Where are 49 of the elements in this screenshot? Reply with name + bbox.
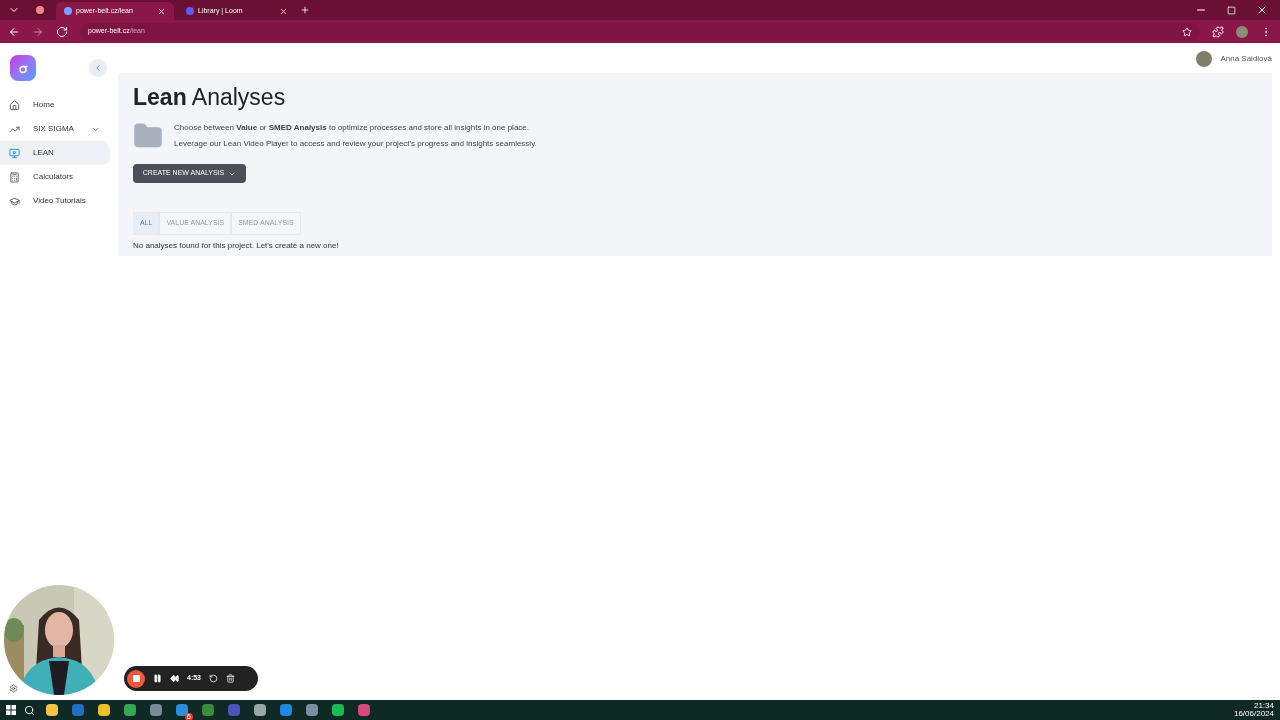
extensions-icon[interactable] (1212, 25, 1224, 38)
taskbar-app-icon[interactable] (46, 704, 58, 716)
recording-icon (36, 6, 44, 14)
back-icon[interactable] (8, 25, 20, 38)
search-icon[interactable] (24, 704, 35, 716)
rewind-icon[interactable] (170, 674, 179, 683)
calculator-icon (9, 171, 20, 183)
monitor-play-icon (9, 147, 20, 159)
delete-icon[interactable] (226, 674, 235, 683)
favicon-icon (186, 7, 194, 15)
restart-icon[interactable] (209, 674, 218, 683)
taskbar-app-icon[interactable] (150, 704, 162, 716)
sidebar-item[interactable]: Video Tutorials (0, 189, 110, 213)
notification-badge: 6 (184, 713, 193, 720)
taskbar-app-icon[interactable] (98, 704, 110, 716)
sidebar-item[interactable]: Home (0, 93, 110, 117)
description-text: Leverage our Lean Video Player to access and review your project's progress and insights seamlessly. (174, 138, 537, 150)
empty-message: No analyses found for this project. Let's create a new one! (133, 240, 340, 252)
new-tab-icon[interactable] (300, 5, 310, 15)
taskbar-app-icon[interactable] (306, 704, 318, 716)
user-name: Anna Saidlová (1220, 53, 1272, 65)
clock-time: 21:34 (1253, 702, 1274, 710)
taskbar-app-icon[interactable] (280, 704, 292, 716)
home-icon (9, 99, 20, 111)
settings-icon[interactable] (9, 684, 18, 693)
reload-icon[interactable] (56, 25, 68, 38)
app-logo-icon[interactable] (10, 55, 36, 81)
taskbar-app-icon[interactable] (332, 704, 344, 716)
close-icon[interactable] (1256, 4, 1268, 16)
sidebar-item[interactable]: Calculators (0, 165, 110, 189)
user-avatar[interactable] (1196, 51, 1213, 67)
close-icon[interactable] (279, 6, 288, 16)
windows-start-icon[interactable] (6, 705, 16, 715)
clock-date: 16/06/2024 (1233, 710, 1274, 718)
sidebar-item[interactable]: SIX SIGMA (0, 117, 110, 141)
favicon-icon (64, 7, 72, 15)
chevron-left-icon (93, 63, 103, 73)
sidebar-item[interactable]: LEAN (0, 141, 110, 165)
taskbar-app-icon[interactable] (124, 704, 136, 716)
graduation-cap-icon (9, 195, 20, 207)
page-title: Lean Analyses (133, 86, 287, 109)
description-text: Choose between Value or SMED Analysis to optimize processes and store all insights in one place. (174, 122, 531, 134)
stop-button[interactable] (127, 669, 145, 688)
restore-icon[interactable] (1227, 5, 1236, 15)
bookmark-icon[interactable] (1182, 26, 1192, 37)
pause-icon[interactable] (153, 674, 162, 683)
taskbar-app-icon[interactable] (254, 704, 266, 716)
close-icon[interactable] (157, 6, 166, 16)
avatar-icon[interactable] (1236, 25, 1248, 38)
